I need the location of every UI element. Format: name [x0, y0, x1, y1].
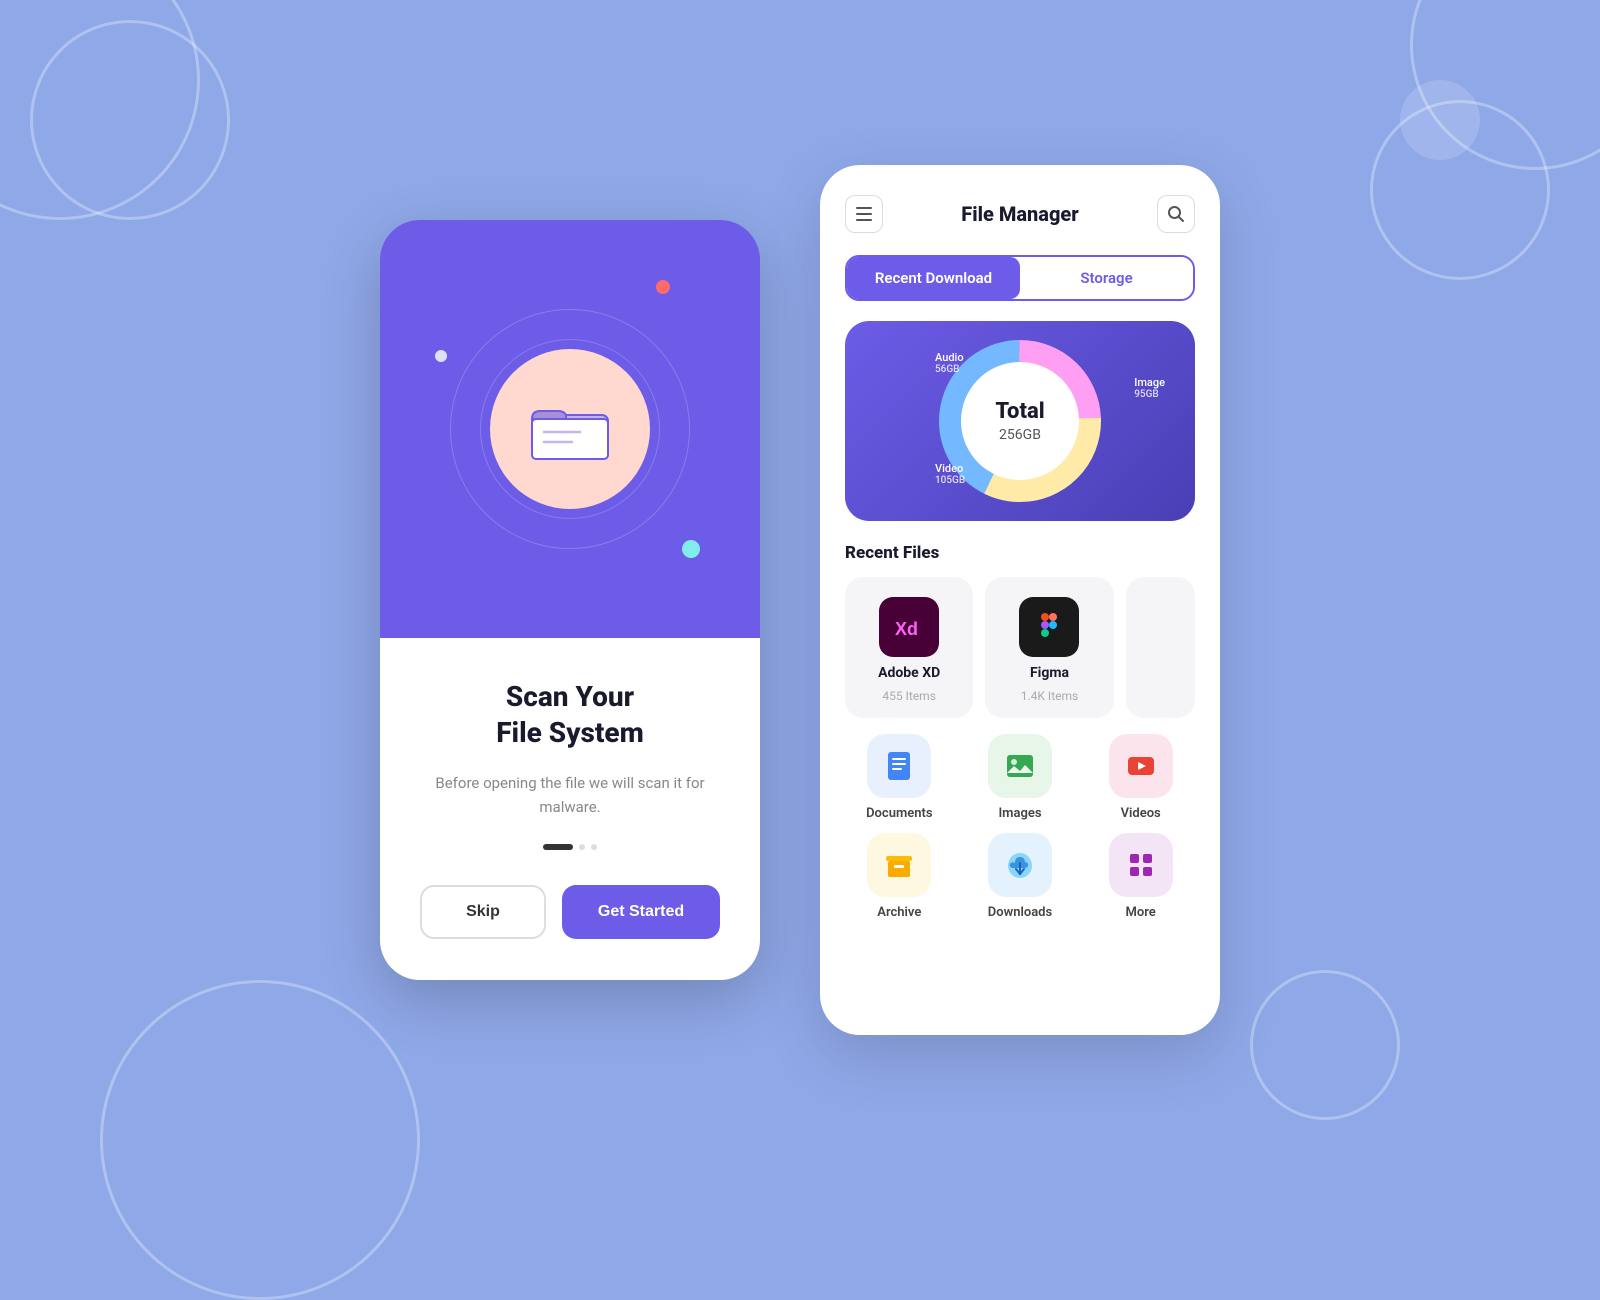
chart-center: Total 256GB [995, 399, 1044, 443]
videos-icon-box [1109, 734, 1173, 798]
documents-icon-box [867, 734, 931, 798]
progress-dot-1 [579, 844, 585, 850]
menu-button[interactable] [845, 195, 883, 233]
dot-red [656, 280, 670, 294]
images-label: Images [998, 806, 1041, 821]
archive-icon-box [867, 833, 931, 897]
category-grid: Documents Images [845, 734, 1195, 920]
onboarding-title: Scan YourFile System [496, 679, 644, 752]
folder-illustration [490, 349, 650, 509]
search-button[interactable] [1157, 195, 1195, 233]
category-archive[interactable]: Archive [845, 833, 954, 920]
onboarding-card: Scan YourFile System Before opening the … [380, 220, 760, 980]
figma-icon [1019, 597, 1079, 657]
recent-file-adobe-xd[interactable]: Xd Adobe XD 455 Items [845, 577, 973, 718]
tab-recent-download[interactable]: Recent Download [847, 257, 1020, 299]
folder-icon [530, 397, 610, 462]
app-container: Scan YourFile System Before opening the … [380, 165, 1220, 1035]
more-icon-box [1109, 833, 1173, 897]
recent-files-title: Recent Files [845, 543, 1195, 563]
more-icon [1124, 848, 1158, 882]
category-downloads[interactable]: Downloads [966, 833, 1075, 920]
file-manager-header: File Manager [845, 195, 1195, 233]
progress-indicator [543, 844, 597, 850]
images-icon [1003, 749, 1037, 783]
card-content: Scan YourFile System Before opening the … [380, 638, 760, 980]
category-documents[interactable]: Documents [845, 734, 954, 821]
recent-files-list: Xd Adobe XD 455 Items Fi [845, 577, 1195, 718]
dot-white [435, 350, 447, 362]
images-icon-box [988, 734, 1052, 798]
page-title: File Manager [961, 202, 1078, 226]
tabs: Recent Download Storage [845, 255, 1195, 301]
progress-dot-2 [591, 844, 597, 850]
progress-dot-active [543, 844, 573, 850]
audio-label: Audio 56GB [935, 351, 964, 375]
figma-count: 1.4K Items [1021, 689, 1078, 703]
videos-label: Videos [1121, 806, 1161, 821]
svg-text:Xd: Xd [895, 619, 918, 639]
search-icon [1167, 205, 1185, 223]
skip-button[interactable]: Skip [420, 885, 546, 939]
tab-storage[interactable]: Storage [1020, 257, 1193, 299]
file-manager-card: File Manager Recent Download Storage Aud… [820, 165, 1220, 1035]
hamburger-line-2 [856, 213, 872, 215]
adobe-xd-count: 455 Items [882, 689, 935, 703]
downloads-icon-box [988, 833, 1052, 897]
storage-chart: Audio 56GB Image 95GB Video 105GB [845, 321, 1195, 521]
dot-cyan [682, 540, 700, 558]
adobe-xd-name: Adobe XD [878, 665, 940, 681]
recent-file-extra[interactable] [1126, 577, 1195, 718]
videos-icon [1124, 749, 1158, 783]
figma-name: Figma [1030, 665, 1069, 681]
get-started-button[interactable]: Get Started [562, 885, 720, 939]
hamburger-line-1 [856, 207, 872, 209]
documents-icon [882, 749, 916, 783]
onboarding-description: Before opening the file we will scan it … [420, 771, 720, 819]
card-illustration [380, 220, 760, 638]
more-label: More [1126, 905, 1156, 920]
downloads-icon [1003, 848, 1037, 882]
category-videos[interactable]: Videos [1086, 734, 1195, 821]
category-more[interactable]: More [1086, 833, 1195, 920]
hamburger-line-3 [856, 219, 872, 221]
category-images[interactable]: Images [966, 734, 1075, 821]
archive-icon [882, 848, 916, 882]
image-label: Image 95GB [1134, 376, 1165, 400]
action-buttons: Skip Get Started [420, 885, 720, 939]
recent-file-figma[interactable]: Figma 1.4K Items [985, 577, 1113, 718]
archive-label: Archive [877, 905, 921, 920]
video-label: Video 105GB [935, 462, 965, 486]
adobe-xd-icon: Xd [879, 597, 939, 657]
documents-label: Documents [866, 806, 932, 821]
downloads-label: Downloads [988, 905, 1052, 920]
